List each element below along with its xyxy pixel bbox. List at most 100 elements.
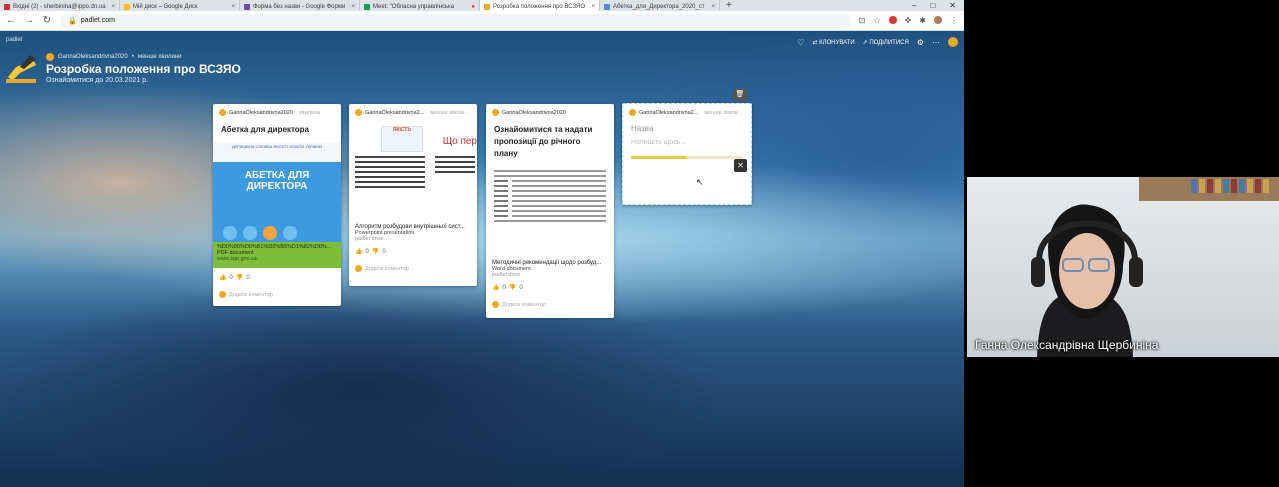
post-card[interactable]: GannaOleksandrivna2... менше хвили... ЯК… <box>349 104 477 286</box>
close-icon[interactable]: ✕ <box>734 159 747 172</box>
post-author: GannaOleksandrivna2020 <box>486 104 614 116</box>
thumbs-down-icon[interactable]: 👎 <box>372 248 379 255</box>
avatar <box>46 53 54 61</box>
reactions: 👍 0 👎 0 <box>492 284 523 292</box>
meet-icon <box>364 3 370 10</box>
mouse-cursor-icon: ↖ <box>696 177 704 187</box>
minimize-button[interactable]: – <box>912 0 916 11</box>
board-author: GannaOleksandrivna2020 • менше хвилини <box>46 53 241 61</box>
add-comment[interactable]: Додати коментар <box>213 281 341 298</box>
avatar <box>355 109 362 116</box>
close-tab-icon[interactable]: × <box>591 4 595 10</box>
padlet-icon <box>484 3 490 10</box>
thumbs-down-icon[interactable]: 👎 <box>236 274 243 281</box>
close-tab-icon[interactable]: × <box>111 4 115 10</box>
trash-icon[interactable]: 🗑 <box>733 89 747 101</box>
avatar <box>492 109 499 116</box>
presentation-preview[interactable]: ЯКІСТЬ Що пер <box>349 122 477 222</box>
tab-bar: Вхідні (2) - sherbinina@ippo.dn.ua × Мій … <box>0 0 964 11</box>
reload-icon[interactable]: ↻ <box>42 15 52 26</box>
reactions: 👍 0 👎 0 <box>355 248 386 256</box>
screen: Вхідні (2) - sherbinina@ippo.dn.ua × Мій … <box>0 0 1279 487</box>
post-card[interactable]: GannaOleksandrivna2020 Ознайомитися та н… <box>486 104 614 318</box>
close-tab-icon[interactable]: × <box>711 4 715 10</box>
padlet-actions: ♡ ⇄ КЛОНУВАТИ ➚ ПОДІЛИТИСЯ ⚙ ⋯ <box>797 37 958 47</box>
post-title-input[interactable]: Назва <box>623 116 751 133</box>
new-tab-button[interactable]: + <box>720 0 738 11</box>
profile-avatar[interactable] <box>934 16 942 24</box>
url-input[interactable]: 🔒 padlet.com <box>60 13 851 28</box>
menu-icon[interactable]: ⋮ <box>950 16 958 25</box>
post-author: GannaOleksandrivna2020 хвилина <box>213 104 341 116</box>
tab-forms[interactable]: Форма без назви - Google Форми × <box>240 0 360 11</box>
drive-icon <box>124 3 130 10</box>
thumbs-up-icon[interactable]: 👍 <box>492 284 499 291</box>
avatar <box>219 109 226 116</box>
pencil-hand-icon <box>6 53 38 83</box>
slide-logo: ЯКІСТЬ <box>381 126 423 152</box>
tab-meet[interactable]: Meet: "Обласна управлінська ● <box>360 0 480 11</box>
thumbs-up-icon[interactable]: 👍 <box>219 274 226 281</box>
page-subtitle: Ознайомитися до 20.03.2021 р. <box>46 77 149 84</box>
browser-window: Вхідні (2) - sherbinina@ippo.dn.ua × Мій … <box>0 0 964 487</box>
extension-icon[interactable] <box>888 16 897 24</box>
lock-icon: 🔒 <box>68 17 77 25</box>
pdf-icon <box>604 3 610 10</box>
more-icon[interactable]: ⋯ <box>932 38 940 47</box>
padlet-board: padlet ♡ ⇄ КЛОНУВАТИ ➚ ПОДІЛИТИСЯ ⚙ ⋯ Ga… <box>0 31 964 487</box>
tab-padlet[interactable]: Розробка положення про ВСЗЯО × <box>480 0 600 11</box>
attachment-info[interactable]: %D0%90%D0%B1%D0%B5%D1%82%D0%... PDF docu… <box>213 242 341 268</box>
tab-drive[interactable]: Мій диск – Google Диск × <box>120 0 240 11</box>
forward-icon[interactable]: → <box>24 15 34 26</box>
add-comment[interactable]: Додати коментар <box>486 291 614 308</box>
avatar <box>492 301 499 308</box>
upload-progress <box>631 156 743 159</box>
extensions: ⊡ ☆ ✜ ✱ ⋮ <box>859 16 958 25</box>
person-silhouette <box>1031 204 1143 357</box>
attachment-name[interactable]: Алгоритм розбудови внутрішньої сист... <box>349 222 477 230</box>
page-title: Розробка положення про ВСЗЯО <box>46 62 241 76</box>
attachment-name[interactable]: Методичні рекомендації щодо розбуд... <box>486 258 614 266</box>
avatar <box>219 291 226 298</box>
share-button[interactable]: ➚ ПОДІЛИТИСЯ <box>863 39 909 46</box>
new-post-editor[interactable]: GannaOleksandrivna2... менше хвили... На… <box>622 103 752 205</box>
avatar <box>629 109 636 116</box>
forms-icon <box>244 3 250 10</box>
thumbs-down-icon[interactable]: 👎 <box>509 284 516 291</box>
window-controls: – □ ✕ <box>912 0 964 11</box>
address-bar: ← → ↻ 🔒 padlet.com ⊡ ☆ ✜ ✱ ⋮ <box>0 11 964 31</box>
tab-abetka[interactable]: Абетка_для_Директора_2020_ст × <box>600 0 720 11</box>
participant-name: Ганна Олександрівна Щербиніна <box>975 338 1159 352</box>
clone-button[interactable]: ⇄ КЛОНУВАТИ <box>812 39 854 46</box>
post-title: Ознайомитися та надати пропозиції до річ… <box>494 125 593 158</box>
close-tab-icon[interactable]: × <box>231 4 235 10</box>
recording-icon: ● <box>471 3 475 10</box>
add-comment[interactable]: Додати коментар <box>349 255 477 272</box>
post-body-input[interactable]: Напишіть щось... <box>623 133 751 146</box>
close-tab-icon[interactable]: × <box>351 4 355 10</box>
back-icon[interactable]: ← <box>6 15 16 26</box>
padlet-header: GannaOleksandrivna2020 • менше хвилини Р… <box>6 53 241 84</box>
reactions: 👍 0 👎 0 <box>219 274 250 282</box>
padlet-brand[interactable]: padlet <box>6 37 22 43</box>
document-preview[interactable] <box>494 170 606 258</box>
puzzle-icon[interactable]: ✱ <box>919 16 926 25</box>
webcam-video: Ганна Олександрівна Щербиніна <box>967 177 1279 357</box>
upload-progress-fill <box>631 156 687 159</box>
post-author: GannaOleksandrivna2... менше хвили... <box>349 104 477 116</box>
avatar <box>355 265 362 272</box>
extension-icon[interactable]: ✜ <box>905 16 912 25</box>
post-title: Абетка для директора <box>221 125 309 134</box>
post-card[interactable]: GannaOleksandrivna2020 хвилина Абетка дл… <box>213 104 341 306</box>
gear-icon[interactable]: ⚙ <box>917 38 924 47</box>
avatar[interactable] <box>948 37 958 47</box>
thumbs-up-icon[interactable]: 👍 <box>355 248 362 255</box>
star-icon[interactable]: ☆ <box>873 16 880 25</box>
install-icon[interactable]: ⊡ <box>859 16 866 25</box>
tab-gmail[interactable]: Вхідні (2) - sherbinina@ippo.dn.ua × <box>0 0 120 11</box>
decorative-bubbles <box>223 226 297 240</box>
pdf-preview[interactable]: ДЕРЖАВНА СЛУЖБА ЯКОСТІ ОСВІТИ УКРАЇНИ АБ… <box>213 142 341 242</box>
close-window-button[interactable]: ✕ <box>949 0 956 11</box>
maximize-button[interactable]: □ <box>930 0 935 11</box>
heart-icon[interactable]: ♡ <box>797 38 804 47</box>
